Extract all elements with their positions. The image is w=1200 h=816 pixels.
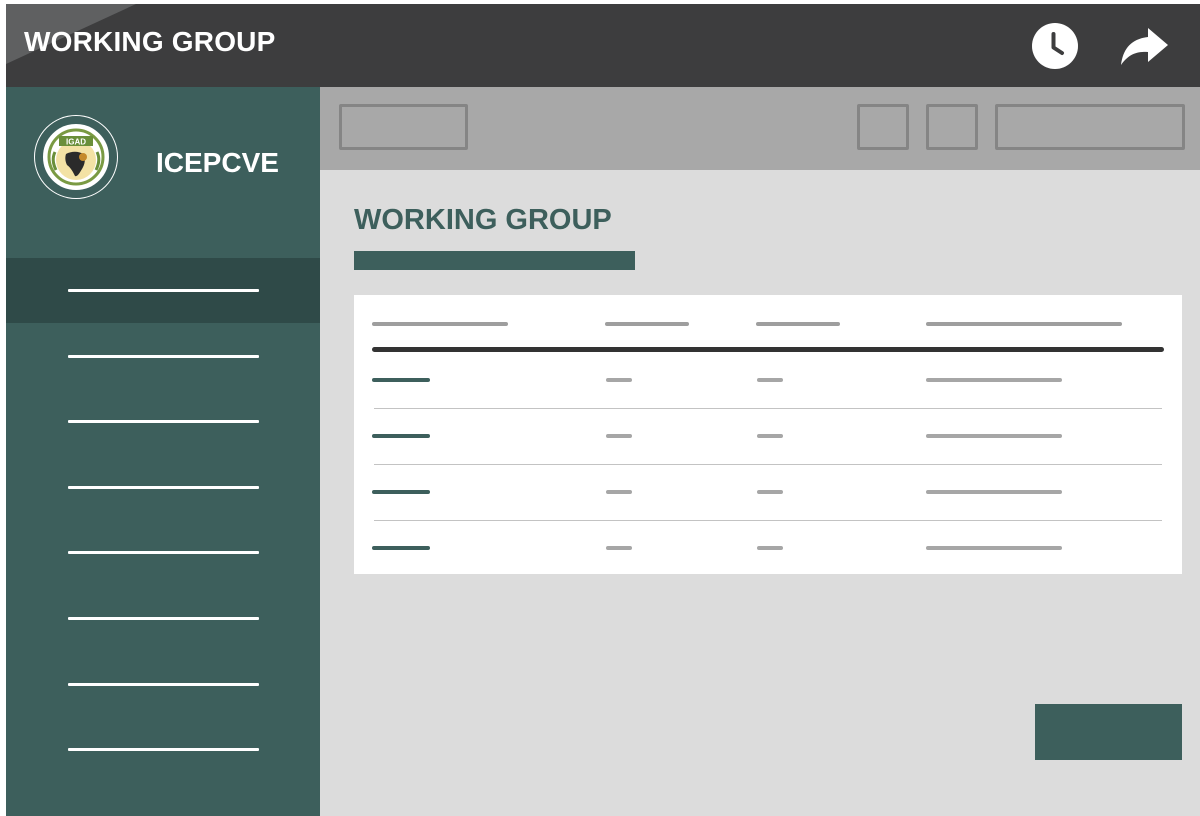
nav-label-placeholder: [68, 617, 259, 620]
sidebar-nav-item-8[interactable]: [6, 717, 320, 782]
column-header-2[interactable]: [605, 322, 689, 326]
row-divider: [374, 520, 1162, 521]
app-window: WORKING GROUP IGAD ICEPCVE WORKING GROUP: [6, 4, 1200, 816]
row-1-cell-3: [757, 378, 783, 382]
column-header-3[interactable]: [756, 322, 840, 326]
row-3-cell-1: [372, 490, 430, 494]
sidebar-nav-item-2[interactable]: [6, 324, 320, 389]
title-underline-bar: [354, 251, 635, 270]
sidebar-nav-item-7[interactable]: [6, 652, 320, 717]
igad-logo: IGAD: [34, 115, 118, 199]
org-name: ICEPCVE: [156, 147, 279, 178]
sidebar-nav-item-4[interactable]: [6, 455, 320, 520]
logo-wordmark: IGAD: [66, 138, 86, 147]
share-button[interactable]: [1118, 22, 1168, 70]
row-4-cell-4: [926, 546, 1062, 550]
primary-action-button[interactable]: [1035, 704, 1182, 760]
sidebar-nav-item-6[interactable]: [6, 586, 320, 651]
history-button[interactable]: [1031, 22, 1079, 70]
share-arrow-icon: [1121, 28, 1168, 65]
sidebar-nav-item-1[interactable]: [6, 258, 320, 323]
toolbar-small-button-2[interactable]: [926, 104, 978, 150]
sidebar-nav-item-5[interactable]: [6, 520, 320, 585]
row-3-cell-4: [926, 490, 1062, 494]
row-4-cell-2: [606, 546, 632, 550]
nav-label-placeholder: [68, 551, 259, 554]
row-3-cell-3: [757, 490, 783, 494]
row-4-cell-1: [372, 546, 430, 550]
row-1-cell-1: [372, 378, 430, 382]
row-1-cell-2: [606, 378, 632, 382]
column-header-1[interactable]: [372, 322, 508, 326]
page-title: WORKING GROUP: [354, 204, 612, 236]
data-table: [354, 295, 1182, 574]
toolbar-left-button[interactable]: [339, 104, 468, 150]
header-divider: [372, 347, 1164, 352]
row-3-cell-2: [606, 490, 632, 494]
toolbar: [320, 87, 1200, 170]
row-4-cell-3: [757, 546, 783, 550]
row-2-cell-3: [757, 434, 783, 438]
column-header-4[interactable]: [926, 322, 1122, 326]
sidebar-nav-item-3[interactable]: [6, 389, 320, 454]
top-bar: WORKING GROUP: [6, 4, 1200, 87]
nav-label-placeholder: [68, 289, 259, 292]
nav-label-placeholder: [68, 683, 259, 686]
row-1-cell-4: [926, 378, 1062, 382]
app-title: WORKING GROUP: [24, 26, 276, 57]
row-2-cell-4: [926, 434, 1062, 438]
nav-label-placeholder: [68, 486, 259, 489]
row-divider: [374, 464, 1162, 465]
row-divider: [374, 408, 1162, 409]
row-2-cell-2: [606, 434, 632, 438]
row-2-cell-1: [372, 434, 430, 438]
nav-label-placeholder: [68, 355, 259, 358]
nav-label-placeholder: [68, 420, 259, 423]
clock-icon: [1032, 23, 1078, 69]
nav-label-placeholder: [68, 748, 259, 751]
toolbar-small-button-1[interactable]: [857, 104, 909, 150]
toolbar-wide-button[interactable]: [995, 104, 1185, 150]
sidebar: IGAD ICEPCVE: [6, 87, 320, 816]
